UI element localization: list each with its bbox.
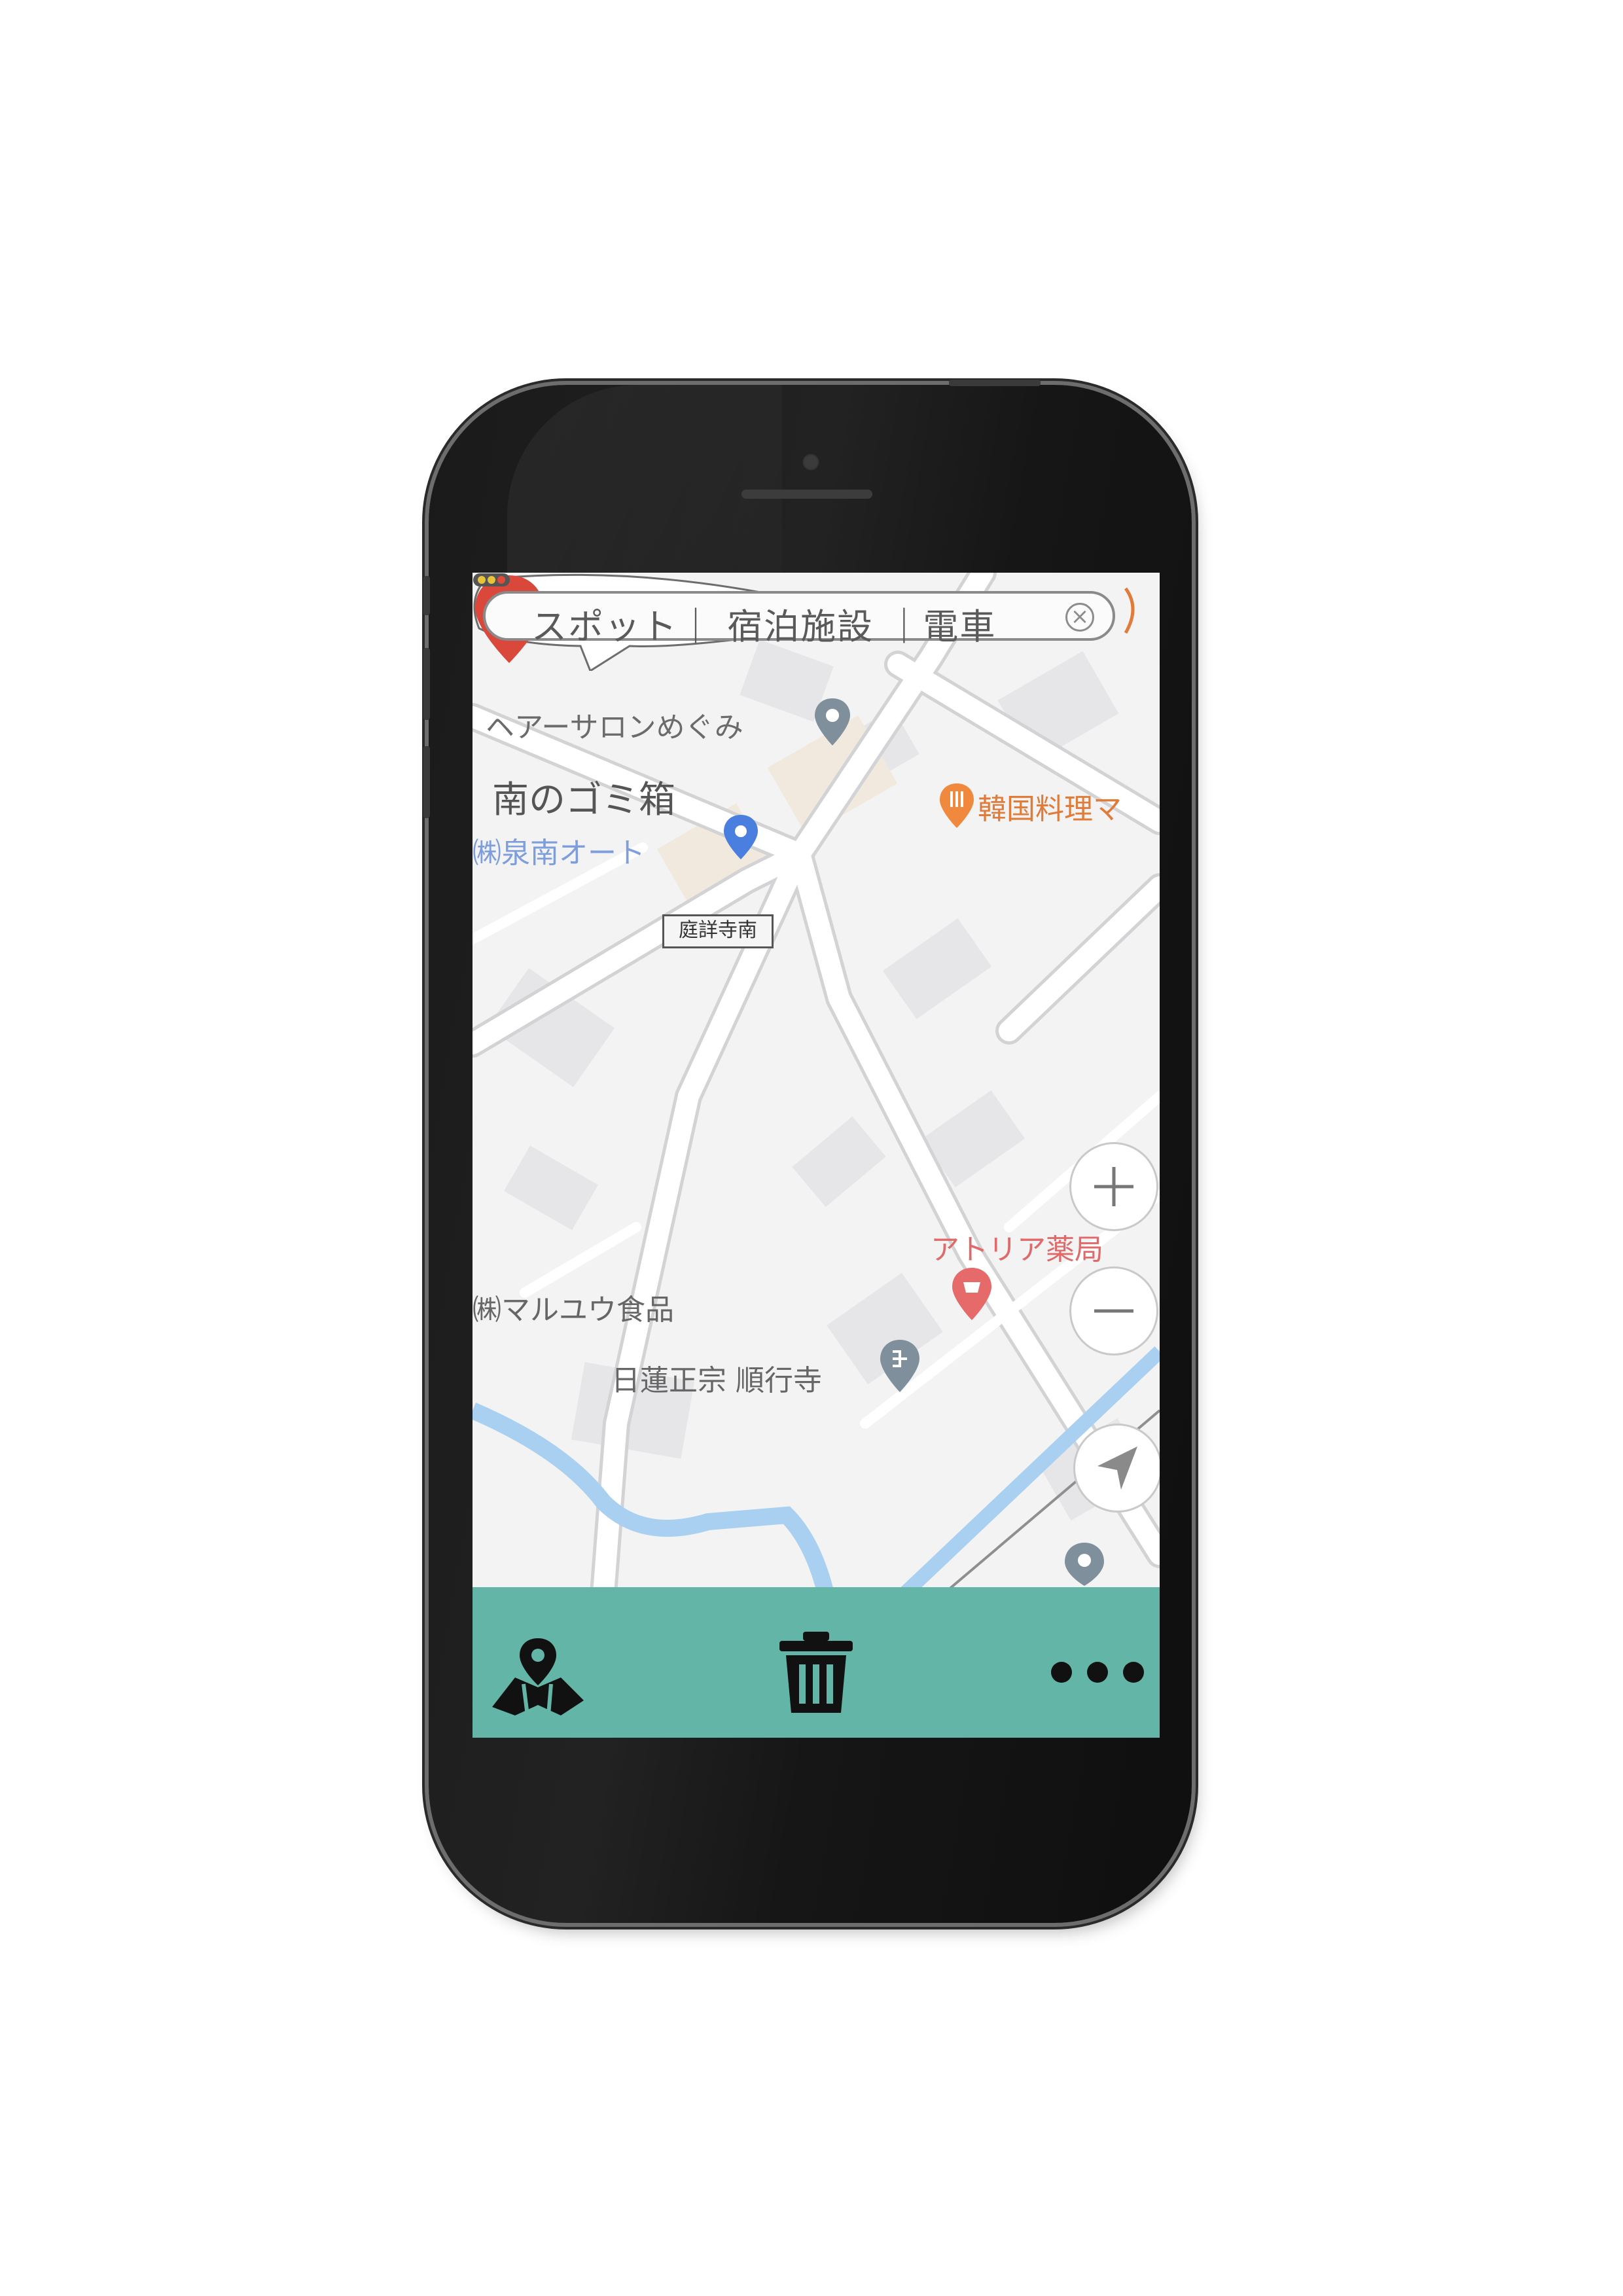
poi-auto-shop-label[interactable]: ㈱泉南オート bbox=[473, 829, 645, 871]
close-circle-icon[interactable]: × bbox=[1065, 603, 1094, 632]
marker-callout-label: 南のゴミ箱 bbox=[492, 779, 675, 821]
pharmacy-icon[interactable] bbox=[950, 1266, 993, 1321]
poi-hair-salon-label[interactable]: ヘアーサロンめぐみ bbox=[486, 704, 743, 745]
map-view[interactable]: ヘアーサロンめぐみ 韓国料理マ 南のゴミ箱 ㈱泉南オート 庭詳寺南 アトリア薬局… bbox=[473, 573, 1160, 1594]
poi-korean-restaurant-label[interactable]: 韓国料理マ bbox=[978, 785, 1122, 827]
poi-temple-label[interactable]: 日蓮正宗 順行寺 bbox=[611, 1357, 822, 1399]
temple-icon[interactable] bbox=[878, 1338, 921, 1393]
zoom-in-button[interactable] bbox=[1069, 1142, 1158, 1231]
map-pin-icon[interactable] bbox=[486, 1632, 590, 1730]
search-bar[interactable]: スポット｜ 宿泊施設 ｜電車 × bbox=[483, 591, 1115, 647]
earpiece-speaker bbox=[741, 490, 872, 499]
traffic-signal-icon bbox=[473, 573, 510, 586]
location-pin-icon[interactable] bbox=[813, 697, 852, 747]
volume-up-button bbox=[423, 648, 430, 720]
minus-icon bbox=[1094, 1309, 1133, 1313]
bottom-navigation bbox=[473, 1587, 1160, 1738]
my-location-button[interactable] bbox=[1073, 1424, 1160, 1513]
plus-icon bbox=[1094, 1167, 1133, 1206]
search-input[interactable]: スポット｜ 宿泊施設 ｜電車 bbox=[531, 598, 996, 649]
poi-pharmacy-label[interactable]: アトリア薬局 bbox=[931, 1226, 1103, 1268]
more-dots-icon[interactable] bbox=[1048, 1653, 1153, 1692]
location-pin-icon[interactable] bbox=[722, 814, 759, 861]
mute-switch bbox=[423, 576, 430, 615]
app-screen: ヘアーサロンめぐみ 韓国料理マ 南のゴミ箱 ㈱泉南オート 庭詳寺南 アトリア薬局… bbox=[473, 573, 1160, 1738]
poi-food-company-label[interactable]: ㈱マルユウ食品 bbox=[473, 1286, 674, 1328]
power-button bbox=[949, 380, 1041, 386]
intersection-sign: 庭詳寺南 bbox=[662, 914, 774, 948]
zoom-out-button[interactable] bbox=[1069, 1266, 1158, 1355]
location-pin-icon[interactable] bbox=[1063, 1541, 1106, 1587]
volume-down-button bbox=[423, 746, 430, 818]
restaurant-icon[interactable] bbox=[938, 782, 975, 829]
trash-icon[interactable] bbox=[770, 1626, 862, 1718]
search-bar-edge-icon bbox=[1124, 587, 1135, 634]
front-camera bbox=[802, 453, 820, 471]
navigation-arrow-icon bbox=[1097, 1446, 1137, 1490]
